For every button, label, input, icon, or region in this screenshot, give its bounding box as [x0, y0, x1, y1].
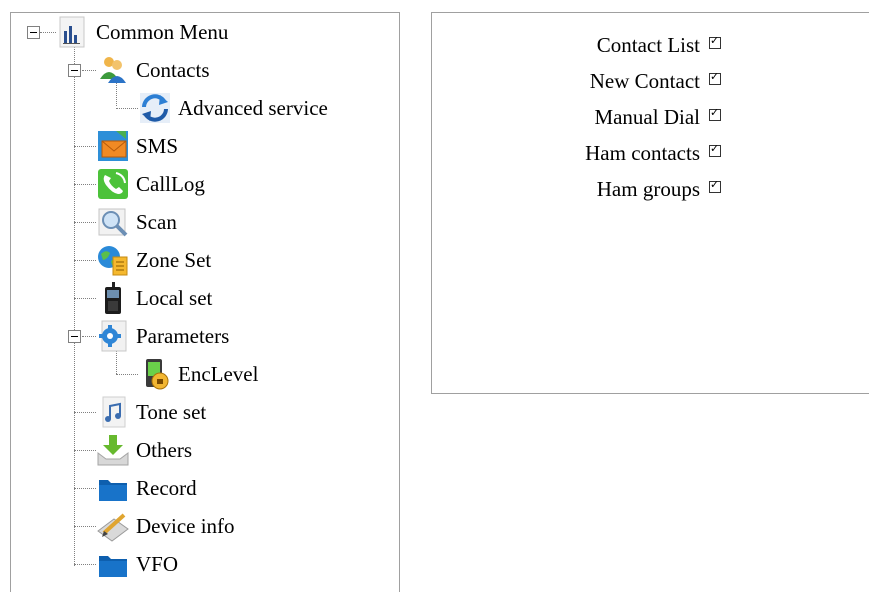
tree-connector: [74, 184, 96, 185]
pencil-card-icon: [96, 509, 130, 543]
option-label: Manual Dial: [594, 105, 700, 129]
option-label: Contact List: [596, 33, 700, 57]
tree-connector: [40, 32, 56, 33]
manual-dial-checkbox[interactable]: [709, 106, 721, 121]
ham-contacts-checkbox[interactable]: [709, 142, 721, 157]
tree-connector: [74, 146, 96, 147]
collapse-toggle-parameters[interactable]: [68, 330, 81, 343]
scan-magnifier-icon: [96, 205, 130, 239]
tree-node-label: Local set: [136, 285, 213, 310]
tree-node-tone-set[interactable]: Tone set: [96, 395, 206, 429]
tree-node-advanced-service[interactable]: Advanced service: [138, 91, 328, 125]
globe-doc-icon: [96, 243, 130, 277]
tree-node-label: VFO: [136, 551, 179, 576]
tree-node-label: Contacts: [136, 57, 210, 82]
tree-connector: [74, 488, 96, 489]
phone-call-icon: [96, 167, 130, 201]
option-row-new-contact: New Contact: [432, 63, 869, 97]
tree-node-sms[interactable]: SMS: [96, 129, 178, 163]
tree-connector: [74, 222, 96, 223]
tree-connector: [74, 450, 96, 451]
tree-node-common-menu[interactable]: Common Menu: [56, 15, 228, 49]
option-label: Ham contacts: [585, 141, 700, 165]
tree-node-zone-set[interactable]: Zone Set: [96, 243, 211, 277]
tree-node-others[interactable]: Others: [96, 433, 192, 467]
tree-node-label: Device info: [136, 513, 235, 538]
tree-node-record[interactable]: Record: [96, 471, 197, 505]
tree-connector: [74, 298, 96, 299]
contacts-icon: [96, 53, 130, 87]
option-row-ham-groups: Ham groups: [432, 171, 869, 205]
tree-node-label: SMS: [136, 133, 179, 158]
sms-envelope-icon: [96, 129, 130, 163]
tree-node-vfo[interactable]: VFO: [96, 547, 178, 581]
folder-icon: [96, 471, 130, 505]
ham-groups-checkbox[interactable]: [709, 178, 721, 193]
tree-connector: [74, 260, 96, 261]
tree-node-label: Tone set: [136, 399, 207, 424]
tree-node-label: Others: [136, 437, 192, 462]
tree-node-contacts[interactable]: Contacts: [96, 53, 210, 87]
tree-connector: [74, 564, 96, 565]
lock-device-icon: [138, 357, 172, 391]
tree-node-label: Scan: [136, 209, 177, 234]
download-tray-icon: [96, 433, 130, 467]
contact-list-checkbox[interactable]: [709, 34, 721, 49]
collapse-toggle-common-menu[interactable]: [27, 26, 40, 39]
new-contact-checkbox[interactable]: [709, 70, 721, 85]
tree-node-device-info[interactable]: Device info: [96, 509, 235, 543]
tree-node-parameters[interactable]: Parameters: [96, 319, 229, 353]
chart-doc-icon: [56, 15, 90, 49]
tree-connector: [74, 412, 96, 413]
tree-node-label: Parameters: [136, 323, 230, 348]
tree-node-label: Common Menu: [96, 19, 229, 44]
radio-device-icon: [96, 281, 130, 315]
music-note-icon: [96, 395, 130, 429]
folder-icon: [96, 547, 130, 581]
option-row-contact-list: Contact List: [432, 27, 869, 61]
option-row-manual-dial: Manual Dial: [432, 99, 869, 133]
option-label: New Contact: [589, 69, 700, 93]
collapse-toggle-contacts[interactable]: [68, 64, 81, 77]
tree-node-label: Advanced service: [178, 95, 328, 120]
gear-doc-icon: [96, 319, 130, 353]
tree-connector: [116, 374, 138, 375]
tree-connector: [116, 108, 138, 109]
option-row-ham-contacts: Ham contacts: [432, 135, 869, 169]
tree-node-label: CallLog: [136, 171, 205, 196]
tree-node-local-set[interactable]: Local set: [96, 281, 212, 315]
tree-node-label: Zone Set: [136, 247, 212, 272]
tree-connector: [82, 70, 96, 71]
tree-node-label: EncLevel: [178, 361, 259, 386]
option-label: Ham groups: [596, 177, 700, 201]
tree-connector: [74, 526, 96, 527]
tree-node-enclevel[interactable]: EncLevel: [138, 357, 258, 391]
tree-node-label: Record: [136, 475, 197, 500]
tree-connector: [82, 336, 96, 337]
tree-node-scan[interactable]: Scan: [96, 205, 177, 239]
tree-node-calllog[interactable]: CallLog: [96, 167, 205, 201]
sync-icon: [138, 91, 172, 125]
options-panel: Contact List New Contact Manual Dial Ham…: [431, 12, 869, 394]
